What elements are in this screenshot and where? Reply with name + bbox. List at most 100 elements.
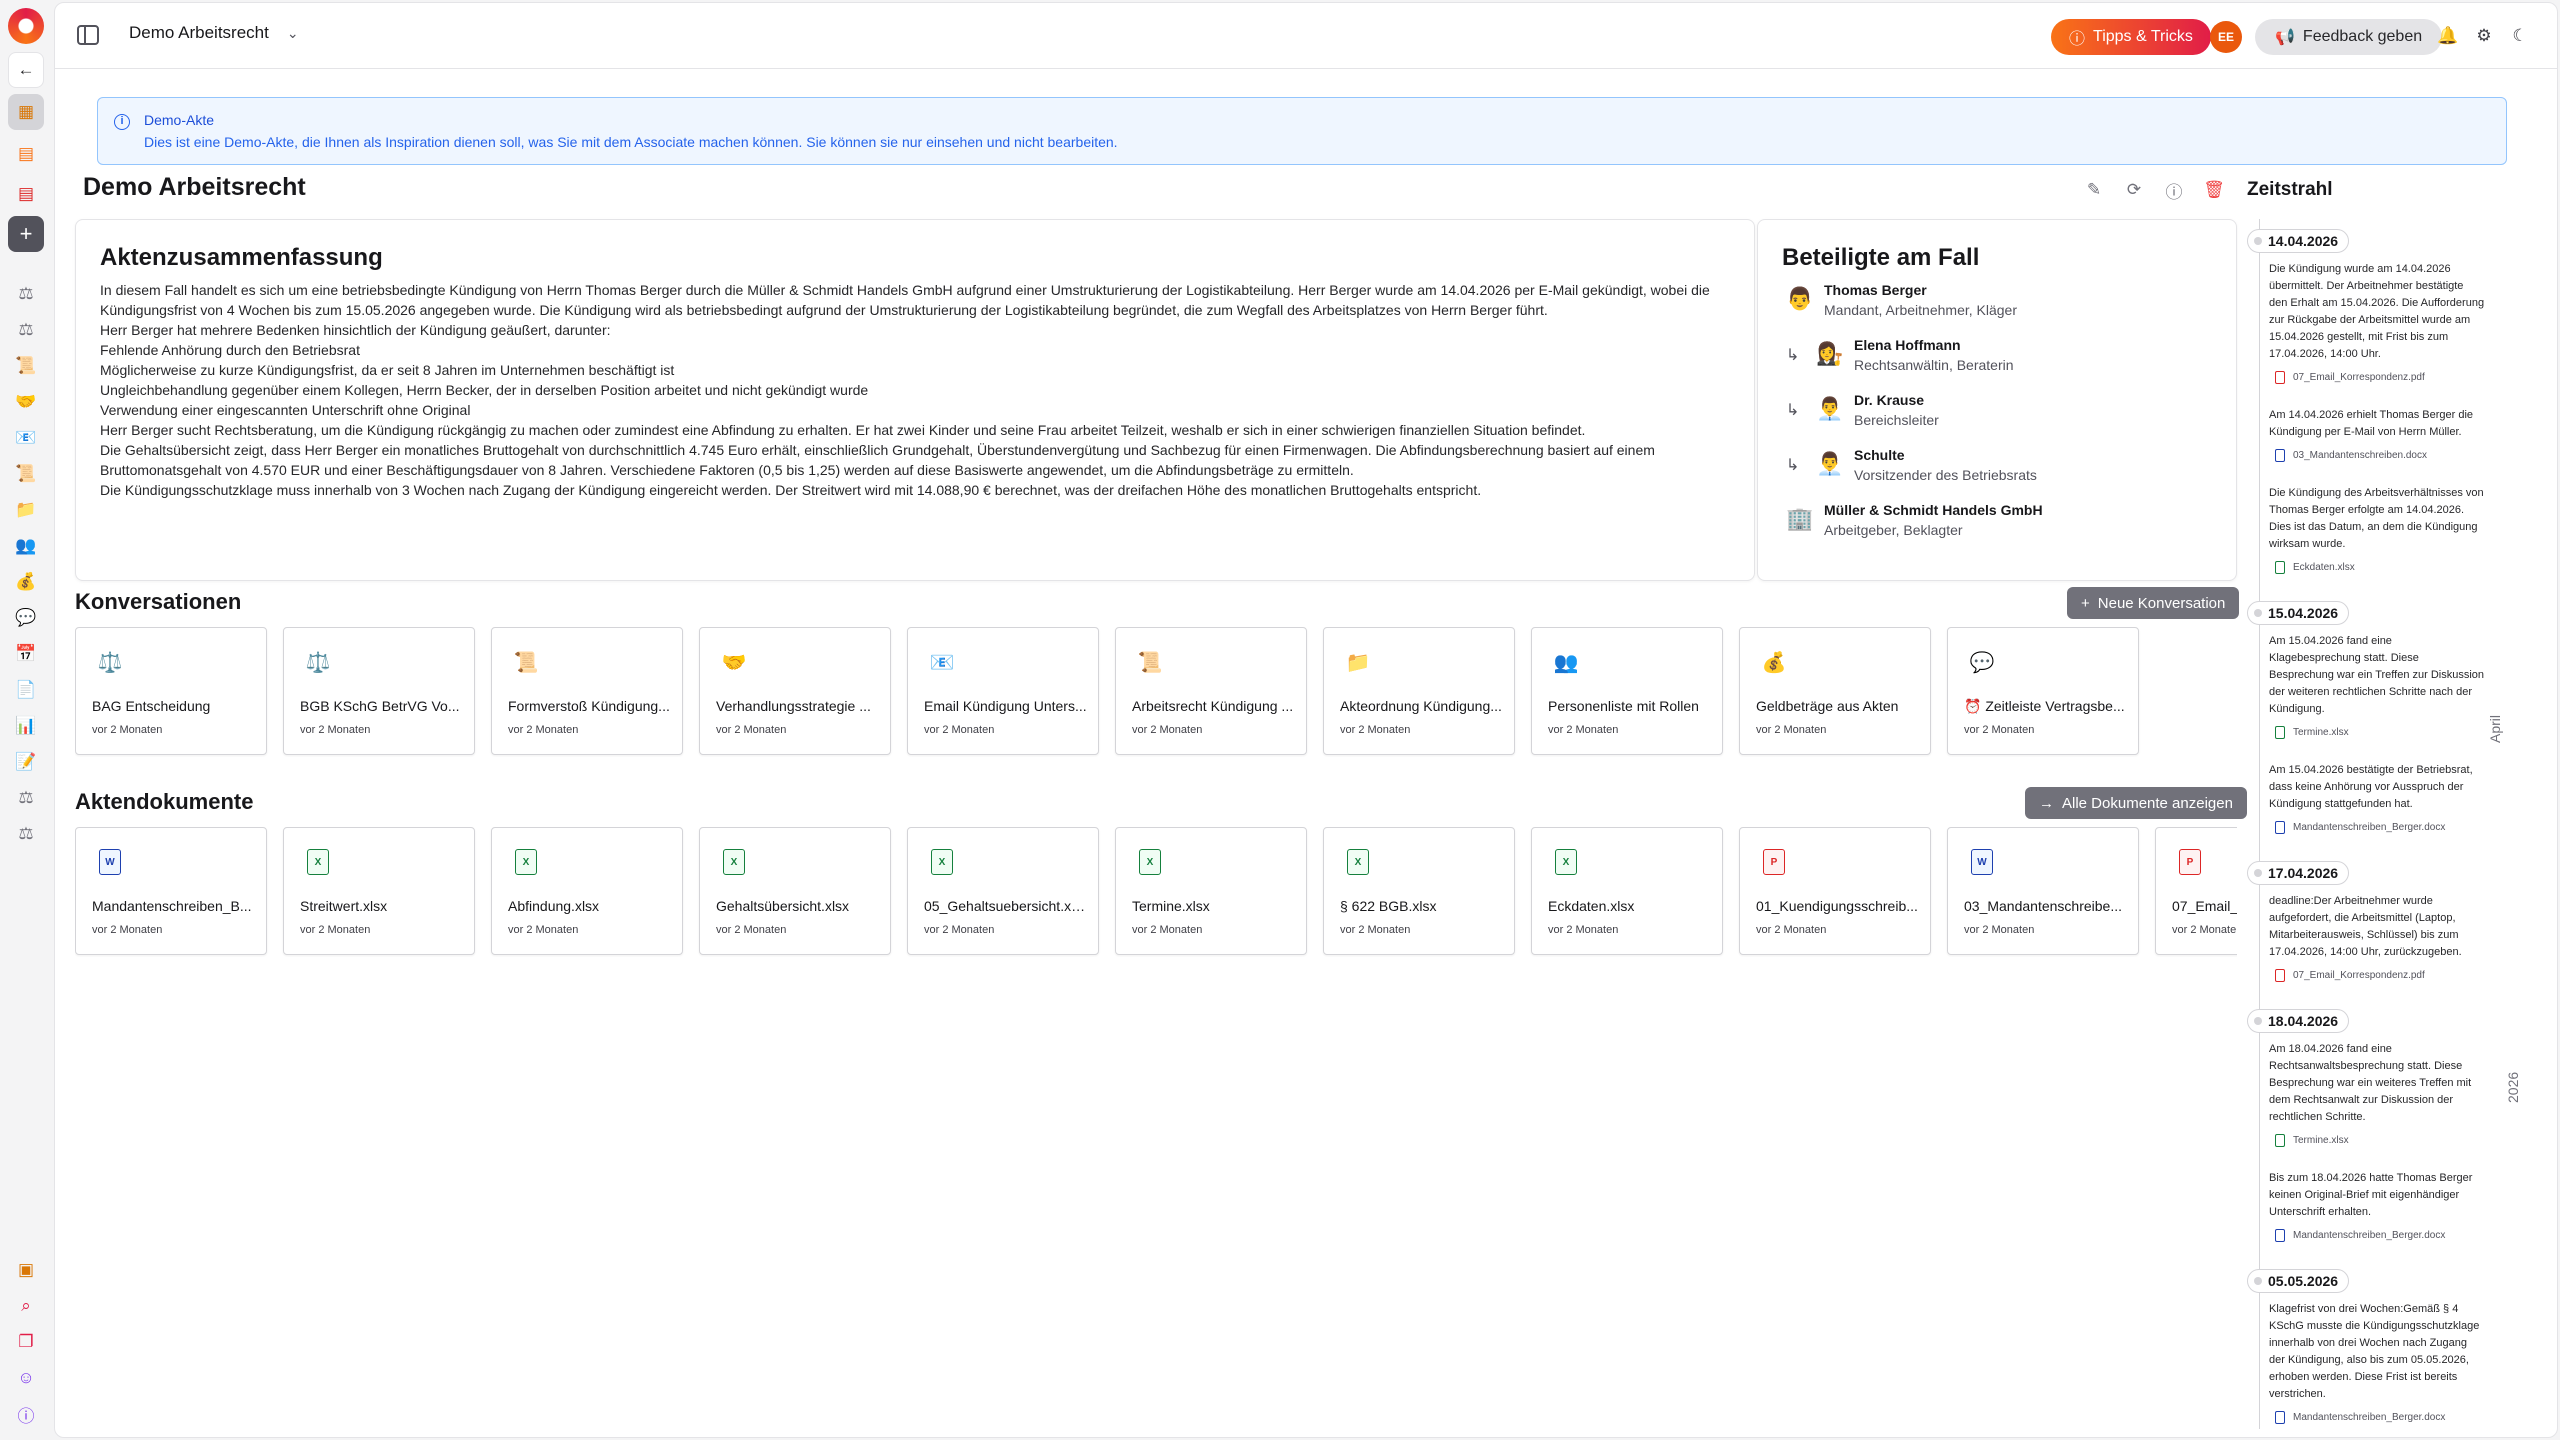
document-card[interactable]: P 01_Kuendigungsschreib... vor 2 Monaten — [1739, 827, 1931, 955]
party-item: ↳ 👨‍💼 Dr. Krause Bereichsleiter — [1786, 392, 1939, 428]
document-card[interactable]: P 07_Email_Kvor 2 Monaten — [2155, 827, 2237, 955]
money-bag-icon[interactable]: 💰 — [8, 564, 44, 600]
all-documents-button[interactable]: → Alle Dokumente anzeigen — [2025, 787, 2247, 819]
timeline-file-link[interactable]: Mandantenschreiben_Berger.docx — [2275, 1411, 2445, 1424]
conversation-time: vor 2 Monaten — [92, 724, 163, 736]
book-icon[interactable]: ▣ — [8, 1252, 44, 1288]
handshake-icon[interactable]: 🤝 — [8, 384, 44, 420]
edit-icon[interactable]: ✎ — [2083, 179, 2105, 201]
timeline-file-name: 03_Mandantenschreiben.docx — [2293, 450, 2427, 461]
person-icon: 👨‍💼 — [1816, 451, 1844, 476]
person-icon: 🏢 — [1786, 506, 1814, 531]
document-card[interactable]: X Termine.xlsx vor 2 Monaten — [1115, 827, 1307, 955]
document-card[interactable]: X § 622 BGB.xlsx vor 2 Monaten — [1323, 827, 1515, 955]
document-card[interactable]: W Mandantenschreiben_B... vor 2 Monaten — [75, 827, 267, 955]
moon-icon[interactable]: ☾ — [2509, 25, 2531, 47]
folder-icon[interactable]: 📁 — [8, 492, 44, 528]
conversation-card[interactable]: 👥 Personenliste mit Rollen vor 2 Monaten — [1531, 627, 1723, 755]
conversation-card[interactable]: ⚖️ BGB KSchG BetrVG Vo... vor 2 Monaten — [283, 627, 475, 755]
document-icon[interactable]: ▤ — [8, 136, 44, 172]
timeline-entry: Klagefrist von drei Wochen:Gemäß § 4 KSch… — [2269, 1301, 2485, 1403]
timeline-file-link[interactable]: Mandantenschreiben_Berger.docx — [2275, 821, 2445, 834]
dashboard-icon[interactable]: ▦ — [8, 94, 44, 130]
document-card[interactable]: X Streitwert.xlsx vor 2 Monaten — [283, 827, 475, 955]
pdf-icon[interactable]: ▤ — [8, 176, 44, 212]
file-icon: X — [1552, 848, 1580, 876]
document-time: vor 2 Monaten — [1132, 924, 1203, 936]
people-icon[interactable]: 👥 — [8, 528, 44, 564]
timeline-entry-line: Kündigung per E-Mail von Herrn Müller. — [2269, 426, 2462, 438]
timeline[interactable]: 14.04.2026 Die Kündigung wurde am 14.04.2… — [2247, 219, 2547, 1429]
app-logo[interactable] — [8, 8, 44, 44]
timeline-file-link[interactable]: 07_Email_Korrespondenz.pdf — [2275, 969, 2425, 982]
document-time: vor 2 Monaten — [1548, 924, 1619, 936]
conversation-card[interactable]: 🤝 Verhandlungsstrategie ... vor 2 Monaten — [699, 627, 891, 755]
gear-icon[interactable]: ⚙ — [2473, 25, 2495, 47]
party-name: Schulte — [1854, 447, 1905, 463]
file-icon — [2275, 561, 2285, 574]
main-panel: Demo Arbeitsrecht ⌄ ⓘ Tipps & Tricks EE … — [54, 2, 2558, 1438]
info-icon[interactable]: ⓘ — [8, 1396, 44, 1432]
scroll-icon[interactable]: 📜 — [8, 456, 44, 492]
library-icon[interactable]: ❐ — [8, 1324, 44, 1360]
calendar-icon[interactable]: 📅 — [8, 636, 44, 672]
case-selector[interactable]: Demo Arbeitsrecht ⌄ — [129, 23, 299, 43]
trash-icon[interactable]: 🗑 — [2203, 179, 2225, 201]
sidebar-toggle-icon[interactable] — [77, 25, 99, 45]
timeline-file-link[interactable]: Mandantenschreiben_Berger.docx — [2275, 1229, 2445, 1242]
scale-icon[interactable]: ⚖ — [8, 276, 44, 312]
timeline-file-link[interactable]: Termine.xlsx — [2275, 726, 2349, 739]
document-card[interactable]: X Abfindung.xlsx vor 2 Monaten — [491, 827, 683, 955]
conversation-card[interactable]: 💬 ⏰ Zeitleiste Vertragsbe... vor 2 Monaten — [1947, 627, 2139, 755]
new-conversation-button[interactable]: + Neue Konversation — [2067, 587, 2240, 619]
search-icon[interactable]: ⌕ — [8, 1288, 44, 1324]
timeline-file-link[interactable]: 07_Email_Korrespondenz.pdf — [2275, 371, 2425, 384]
file-type-badge: P — [2179, 849, 2201, 875]
refresh-icon[interactable]: ⟳ — [2123, 179, 2145, 201]
email-icon[interactable]: 📧 — [8, 420, 44, 456]
timeline-file-link[interactable]: Eckdaten.xlsx — [2275, 561, 2355, 574]
feedback-button[interactable]: 📢 Feedback geben — [2255, 19, 2443, 55]
conversation-card[interactable]: 📧 Email Kündigung Unters... vor 2 Monaten — [907, 627, 1099, 755]
avatar[interactable]: EE — [2210, 21, 2242, 53]
document-card[interactable]: X Eckdaten.xlsx vor 2 Monaten — [1531, 827, 1723, 955]
summary-line: Herr Berger hat mehrere Bedenken hinsich… — [100, 322, 611, 338]
file-icon — [2275, 449, 2285, 462]
document-card[interactable]: X 05_Gehaltsuebersicht.xlsx vor 2 Monaten — [907, 827, 1099, 955]
document-time: vor 2 Monaten — [924, 924, 995, 936]
back-arrow-icon[interactable]: ← — [8, 52, 44, 88]
timeline-file-name: Mandantenschreiben_Berger.docx — [2293, 822, 2446, 833]
document-card[interactable]: W 03_Mandantenschreibe... vor 2 Monaten — [1947, 827, 2139, 955]
info-icon[interactable]: ⓘ — [2163, 179, 2185, 202]
scale-icon[interactable]: ⚖ — [8, 780, 44, 816]
users-icon[interactable]: ☺ — [8, 1360, 44, 1396]
tips-button[interactable]: ⓘ Tipps & Tricks — [2051, 19, 2211, 55]
conversation-title: Arbeitsrecht Kündigung ... — [1132, 698, 1294, 714]
chart-icon[interactable]: 📊 — [8, 708, 44, 744]
plus-icon: + — [2081, 594, 2090, 612]
timeline-entry-line: dem Rechtsanwalt zur Diskussion der — [2269, 1094, 2454, 1106]
add-button[interactable]: + — [8, 216, 44, 252]
file-type-badge: X — [1555, 849, 1577, 875]
timeline-file-link[interactable]: 03_Mandantenschreiben.docx — [2275, 449, 2427, 462]
chat-icon[interactable]: 💬 — [8, 600, 44, 636]
memo-icon[interactable]: 📝 — [8, 744, 44, 780]
timeline-entry-line: Am 14.04.2026 erhielt Thomas Berger die — [2269, 409, 2474, 421]
summary-line: Die Gehaltsübersicht zeigt, dass Herr Be… — [100, 442, 1655, 458]
document-card[interactable]: X Gehaltsübersicht.xlsx vor 2 Monaten — [699, 827, 891, 955]
scale-icon[interactable]: ⚖ — [8, 816, 44, 852]
timeline-file-link[interactable]: Termine.xlsx — [2275, 1134, 2349, 1147]
scale-icon[interactable]: ⚖ — [8, 312, 44, 348]
conversation-card[interactable]: ⚖️ BAG Entscheidung vor 2 Monaten — [75, 627, 267, 755]
page-icon[interactable]: 📄 — [8, 672, 44, 708]
conversation-time: vor 2 Monaten — [716, 724, 787, 736]
file-type-badge: P — [1763, 849, 1785, 875]
scroll-icon[interactable]: 📜 — [8, 348, 44, 384]
conversation-card[interactable]: 📁 Akteordnung Kündigung... vor 2 Monaten — [1323, 627, 1515, 755]
timeline-entry-line: Am 15.04.2026 bestätigte der Betriebsrat… — [2269, 764, 2473, 776]
bell-icon[interactable]: 🔔 — [2437, 25, 2459, 47]
conversation-card[interactable]: 📜 Formverstoß Kündigung... vor 2 Monaten — [491, 627, 683, 755]
file-icon: X — [304, 848, 332, 876]
conversation-card[interactable]: 📜 Arbeitsrecht Kündigung ... vor 2 Monaten — [1115, 627, 1307, 755]
conversation-card[interactable]: 💰 Geldbeträge aus Akten vor 2 Monaten — [1739, 627, 1931, 755]
